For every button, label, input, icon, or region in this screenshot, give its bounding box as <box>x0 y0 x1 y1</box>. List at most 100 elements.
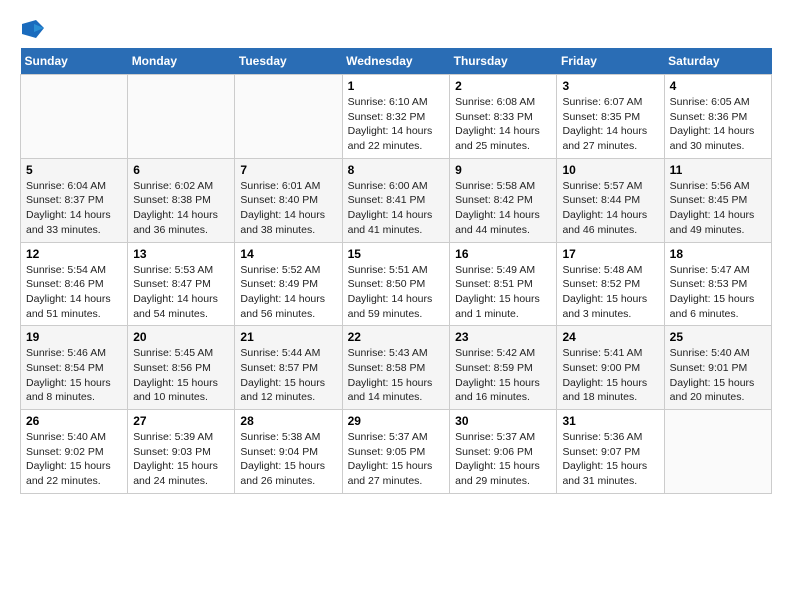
calendar-cell: 23 Sunrise: 5:42 AM Sunset: 8:59 PM Dayli… <box>450 326 557 410</box>
cell-content: Sunrise: 5:38 AM Sunset: 9:04 PM Dayligh… <box>240 430 336 489</box>
logo-bird-icon <box>22 20 44 38</box>
cell-content: Sunrise: 6:05 AM Sunset: 8:36 PM Dayligh… <box>670 95 766 154</box>
cell-content: Sunrise: 6:07 AM Sunset: 8:35 PM Dayligh… <box>562 95 658 154</box>
day-number: 29 <box>348 414 445 428</box>
calendar-cell: 25 Sunrise: 5:40 AM Sunset: 9:01 PM Dayli… <box>664 326 771 410</box>
day-number: 2 <box>455 79 551 93</box>
cell-content: Sunrise: 5:37 AM Sunset: 9:06 PM Dayligh… <box>455 430 551 489</box>
cell-content: Sunrise: 5:54 AM Sunset: 8:46 PM Dayligh… <box>26 263 122 322</box>
calendar-cell: 2 Sunrise: 6:08 AM Sunset: 8:33 PM Daylig… <box>450 75 557 159</box>
day-header-sunday: Sunday <box>21 48 128 75</box>
day-header-wednesday: Wednesday <box>342 48 450 75</box>
calendar-cell: 8Sunrise: 6:00 AM Sunset: 8:41 PM Daylig… <box>342 158 450 242</box>
week-row-5: 26 Sunrise: 5:40 AM Sunset: 9:02 PM Dayli… <box>21 410 772 494</box>
calendar-cell: 21 Sunrise: 5:44 AM Sunset: 8:57 PM Dayli… <box>235 326 342 410</box>
logo <box>20 20 44 38</box>
day-number: 26 <box>26 414 122 428</box>
day-number: 25 <box>670 330 766 344</box>
calendar-cell: 9 Sunrise: 5:58 AM Sunset: 8:42 PM Daylig… <box>450 158 557 242</box>
calendar-cell: 14 Sunrise: 5:52 AM Sunset: 8:49 PM Dayli… <box>235 242 342 326</box>
cell-content: Sunrise: 5:39 AM Sunset: 9:03 PM Dayligh… <box>133 430 229 489</box>
calendar-cell: 10 Sunrise: 5:57 AM Sunset: 8:44 PM Dayli… <box>557 158 664 242</box>
day-number: 31 <box>562 414 658 428</box>
day-number: 21 <box>240 330 336 344</box>
calendar-cell: 24Sunrise: 5:41 AM Sunset: 9:00 PM Dayli… <box>557 326 664 410</box>
cell-content: Sunrise: 5:56 AM Sunset: 8:45 PM Dayligh… <box>670 179 766 238</box>
day-number: 17 <box>562 247 658 261</box>
cell-content: Sunrise: 5:46 AM Sunset: 8:54 PM Dayligh… <box>26 346 122 405</box>
cell-content: Sunrise: 5:36 AM Sunset: 9:07 PM Dayligh… <box>562 430 658 489</box>
calendar-cell <box>664 410 771 494</box>
calendar-cell: 13Sunrise: 5:53 AM Sunset: 8:47 PM Dayli… <box>128 242 235 326</box>
cell-content: Sunrise: 6:08 AM Sunset: 8:33 PM Dayligh… <box>455 95 551 154</box>
calendar-table: SundayMondayTuesdayWednesdayThursdayFrid… <box>20 48 772 494</box>
calendar-cell <box>235 75 342 159</box>
calendar-cell: 11 Sunrise: 5:56 AM Sunset: 8:45 PM Dayli… <box>664 158 771 242</box>
cell-content: Sunrise: 5:53 AM Sunset: 8:47 PM Dayligh… <box>133 263 229 322</box>
cell-content: Sunrise: 6:02 AM Sunset: 8:38 PM Dayligh… <box>133 179 229 238</box>
day-number: 28 <box>240 414 336 428</box>
day-header-thursday: Thursday <box>450 48 557 75</box>
calendar-cell: 5 Sunrise: 6:04 AM Sunset: 8:37 PM Daylig… <box>21 158 128 242</box>
calendar-cell: 17 Sunrise: 5:48 AM Sunset: 8:52 PM Dayli… <box>557 242 664 326</box>
day-number: 20 <box>133 330 229 344</box>
calendar-cell: 16 Sunrise: 5:49 AM Sunset: 8:51 PM Dayli… <box>450 242 557 326</box>
calendar-cell: 15 Sunrise: 5:51 AM Sunset: 8:50 PM Dayli… <box>342 242 450 326</box>
calendar-cell: 22 Sunrise: 5:43 AM Sunset: 8:58 PM Dayli… <box>342 326 450 410</box>
day-number: 10 <box>562 163 658 177</box>
cell-content: Sunrise: 5:37 AM Sunset: 9:05 PM Dayligh… <box>348 430 445 489</box>
day-number: 14 <box>240 247 336 261</box>
cell-content: Sunrise: 5:40 AM Sunset: 9:02 PM Dayligh… <box>26 430 122 489</box>
day-number: 4 <box>670 79 766 93</box>
day-number: 6 <box>133 163 229 177</box>
cell-content: Sunrise: 5:45 AM Sunset: 8:56 PM Dayligh… <box>133 346 229 405</box>
cell-content: Sunrise: 6:10 AM Sunset: 8:32 PM Dayligh… <box>348 95 445 154</box>
cell-content: Sunrise: 5:58 AM Sunset: 8:42 PM Dayligh… <box>455 179 551 238</box>
week-row-2: 5 Sunrise: 6:04 AM Sunset: 8:37 PM Daylig… <box>21 158 772 242</box>
day-header-monday: Monday <box>128 48 235 75</box>
day-number: 16 <box>455 247 551 261</box>
cell-content: Sunrise: 5:43 AM Sunset: 8:58 PM Dayligh… <box>348 346 445 405</box>
calendar-cell: 30 Sunrise: 5:37 AM Sunset: 9:06 PM Dayli… <box>450 410 557 494</box>
cell-content: Sunrise: 5:52 AM Sunset: 8:49 PM Dayligh… <box>240 263 336 322</box>
day-number: 7 <box>240 163 336 177</box>
cell-content: Sunrise: 5:47 AM Sunset: 8:53 PM Dayligh… <box>670 263 766 322</box>
day-header-saturday: Saturday <box>664 48 771 75</box>
cell-content: Sunrise: 5:40 AM Sunset: 9:01 PM Dayligh… <box>670 346 766 405</box>
cell-content: Sunrise: 5:49 AM Sunset: 8:51 PM Dayligh… <box>455 263 551 322</box>
calendar-cell: 31 Sunrise: 5:36 AM Sunset: 9:07 PM Dayli… <box>557 410 664 494</box>
cell-content: Sunrise: 6:04 AM Sunset: 8:37 PM Dayligh… <box>26 179 122 238</box>
calendar-cell <box>21 75 128 159</box>
day-number: 9 <box>455 163 551 177</box>
week-row-4: 19Sunrise: 5:46 AM Sunset: 8:54 PM Dayli… <box>21 326 772 410</box>
calendar-cell: 18Sunrise: 5:47 AM Sunset: 8:53 PM Dayli… <box>664 242 771 326</box>
day-number: 11 <box>670 163 766 177</box>
day-number: 27 <box>133 414 229 428</box>
day-number: 24 <box>562 330 658 344</box>
day-number: 12 <box>26 247 122 261</box>
day-header-tuesday: Tuesday <box>235 48 342 75</box>
cell-content: Sunrise: 6:01 AM Sunset: 8:40 PM Dayligh… <box>240 179 336 238</box>
calendar-cell: 7 Sunrise: 6:01 AM Sunset: 8:40 PM Daylig… <box>235 158 342 242</box>
calendar-cell: 12 Sunrise: 5:54 AM Sunset: 8:46 PM Dayli… <box>21 242 128 326</box>
calendar-cell: 28 Sunrise: 5:38 AM Sunset: 9:04 PM Dayli… <box>235 410 342 494</box>
day-number: 30 <box>455 414 551 428</box>
day-number: 23 <box>455 330 551 344</box>
calendar-cell: 29 Sunrise: 5:37 AM Sunset: 9:05 PM Dayli… <box>342 410 450 494</box>
cell-content: Sunrise: 5:57 AM Sunset: 8:44 PM Dayligh… <box>562 179 658 238</box>
calendar-cell: 19Sunrise: 5:46 AM Sunset: 8:54 PM Dayli… <box>21 326 128 410</box>
cell-content: Sunrise: 6:00 AM Sunset: 8:41 PM Dayligh… <box>348 179 445 238</box>
cell-content: Sunrise: 5:44 AM Sunset: 8:57 PM Dayligh… <box>240 346 336 405</box>
calendar-cell: 4 Sunrise: 6:05 AM Sunset: 8:36 PM Daylig… <box>664 75 771 159</box>
calendar-cell: 1 Sunrise: 6:10 AM Sunset: 8:32 PM Daylig… <box>342 75 450 159</box>
calendar-cell <box>128 75 235 159</box>
cell-content: Sunrise: 5:42 AM Sunset: 8:59 PM Dayligh… <box>455 346 551 405</box>
cell-content: Sunrise: 5:48 AM Sunset: 8:52 PM Dayligh… <box>562 263 658 322</box>
day-header-friday: Friday <box>557 48 664 75</box>
day-number: 22 <box>348 330 445 344</box>
cell-content: Sunrise: 5:51 AM Sunset: 8:50 PM Dayligh… <box>348 263 445 322</box>
day-number: 5 <box>26 163 122 177</box>
day-number: 15 <box>348 247 445 261</box>
week-row-1: 1 Sunrise: 6:10 AM Sunset: 8:32 PM Daylig… <box>21 75 772 159</box>
day-number: 1 <box>348 79 445 93</box>
